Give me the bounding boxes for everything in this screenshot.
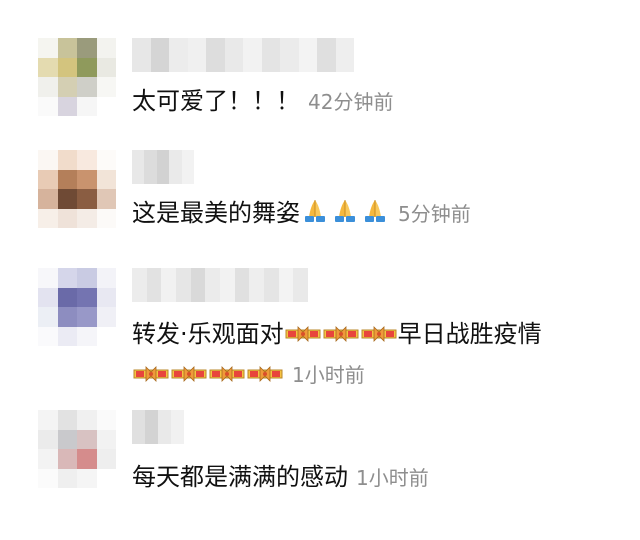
- comment-item: 每天都是满满的感动 1小时前: [0, 0, 640, 540]
- comment-time: 1小时前: [356, 466, 429, 490]
- avatar[interactable]: [38, 410, 116, 488]
- comment-content: 每天都是满满的感动 1小时前: [132, 456, 616, 499]
- username-blurred[interactable]: [132, 410, 184, 444]
- comment-text: 每天都是满满的感动: [132, 463, 348, 491]
